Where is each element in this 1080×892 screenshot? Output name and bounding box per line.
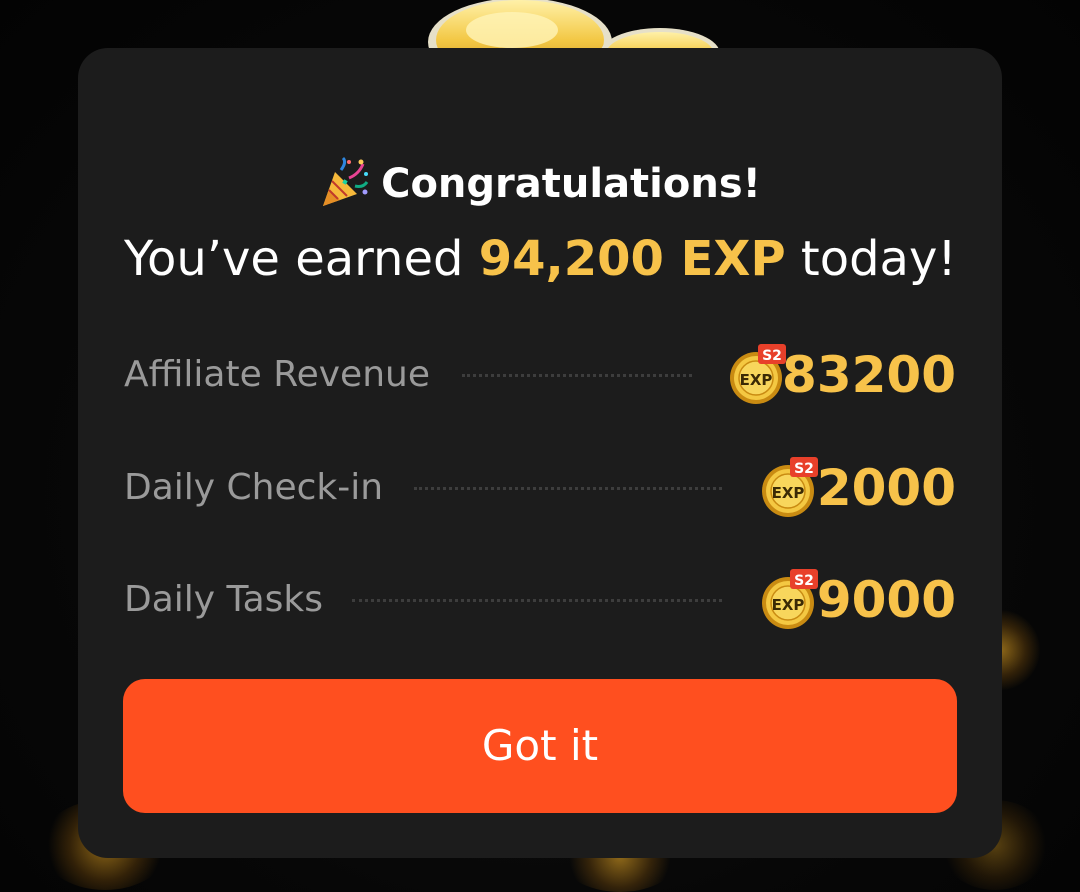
earned-total: 94,200 EXP	[478, 231, 786, 287]
season-tag: S2	[762, 348, 782, 364]
exp-coin-icon: EXP S2	[762, 569, 818, 629]
party-popper-icon	[323, 156, 369, 206]
dialog-title-text: Congratulations!	[381, 161, 761, 207]
reward-label: Affiliate Revenue	[124, 354, 430, 395]
reward-row-affiliate-revenue: Affiliate Revenue EXP S2 83200	[124, 340, 956, 410]
reward-row-daily-check-in: Daily Check-in EXP S2 2000	[124, 453, 956, 523]
reward-row-daily-tasks: Daily Tasks EXP S2 9000	[124, 565, 956, 635]
reward-amount: 2000	[816, 459, 956, 517]
exp-coin-icon: EXP S2	[762, 457, 818, 517]
dotted-leader	[352, 599, 722, 602]
coin-label: EXP	[740, 371, 773, 389]
reward-dialog: Congratulations! You’ve earned 94,200 EX…	[78, 48, 1002, 858]
exp-coin-icon: EXP S2	[730, 344, 786, 404]
reward-amount: 83200	[782, 346, 956, 404]
reward-label: Daily Check-in	[124, 467, 384, 508]
dialog-title: Congratulations!	[78, 156, 1002, 208]
headline-prefix: You’ve earned	[124, 231, 479, 287]
season-tag: S2	[794, 573, 814, 589]
reward-label: Daily Tasks	[124, 579, 323, 620]
earned-headline: You’ve earned 94,200 EXP today!	[124, 228, 964, 290]
coin-label: EXP	[772, 596, 805, 614]
dotted-leader	[462, 374, 692, 377]
coin-label: EXP	[772, 484, 805, 502]
got-it-button[interactable]: Got it	[123, 679, 957, 813]
reward-amount: 9000	[816, 571, 956, 629]
dotted-leader	[414, 487, 722, 490]
headline-suffix: today!	[785, 231, 957, 287]
season-tag: S2	[794, 461, 814, 477]
